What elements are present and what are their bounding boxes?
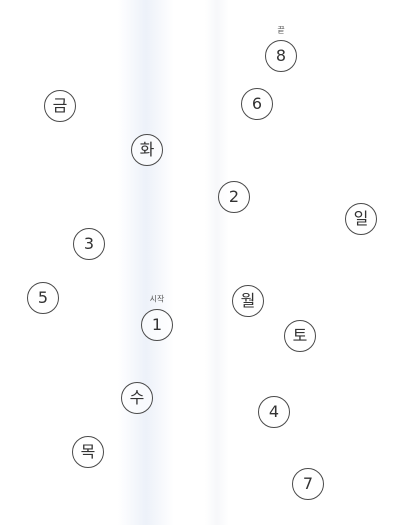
circle-node-label: 1 <box>151 315 163 334</box>
circle-node-label: 3 <box>83 234 95 253</box>
circle-node-6[interactable]: 6 <box>241 88 273 120</box>
circle-node-label: 금 <box>52 96 68 115</box>
circle-node-label: 화 <box>139 140 155 159</box>
circle-node-4[interactable]: 4 <box>258 396 290 428</box>
circle-node-label: 5 <box>37 288 49 307</box>
circle-node-label: 6 <box>251 94 263 113</box>
circle-node-1[interactable]: 1 <box>141 309 173 341</box>
circle-node-hwa[interactable]: 화 <box>131 134 163 166</box>
circle-node-label: 월 <box>240 291 256 310</box>
circle-node-7[interactable]: 7 <box>292 468 324 500</box>
circle-node-su[interactable]: 수 <box>121 382 153 414</box>
connect-the-circles-board: 끝 시작 8 금 6 화 2 일 3 5 월 1 토 수 4 목 7 <box>0 0 416 525</box>
circle-node-label: 토 <box>292 326 308 345</box>
circle-node-label: 4 <box>268 402 280 421</box>
end-caption: 끝 <box>277 25 285 35</box>
circle-node-label: 목 <box>80 442 96 461</box>
circle-node-8[interactable]: 8 <box>265 40 297 72</box>
circle-node-2[interactable]: 2 <box>218 181 250 213</box>
circle-node-label: 수 <box>129 388 145 407</box>
circle-node-to[interactable]: 토 <box>284 320 316 352</box>
circle-node-mok[interactable]: 목 <box>72 436 104 468</box>
circle-node-geum[interactable]: 금 <box>44 90 76 122</box>
start-caption: 시작 <box>149 294 165 304</box>
circle-node-wol[interactable]: 월 <box>232 285 264 317</box>
circle-node-label: 2 <box>228 187 240 206</box>
circle-node-il[interactable]: 일 <box>345 203 377 235</box>
circle-node-3[interactable]: 3 <box>73 228 105 260</box>
circle-node-label: 일 <box>353 209 369 228</box>
circle-node-5[interactable]: 5 <box>27 282 59 314</box>
circle-node-label: 8 <box>275 46 287 65</box>
scan-band <box>205 0 229 525</box>
circle-node-label: 7 <box>302 474 314 493</box>
scan-band <box>118 0 174 525</box>
